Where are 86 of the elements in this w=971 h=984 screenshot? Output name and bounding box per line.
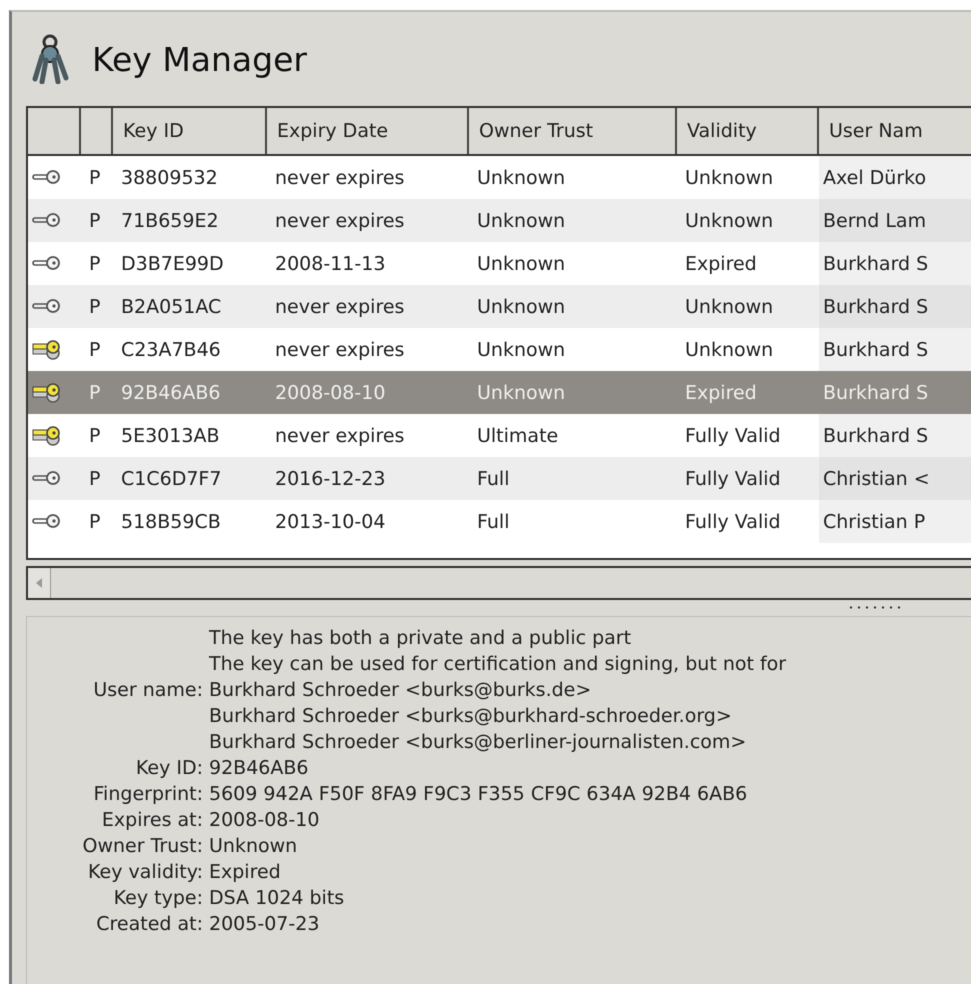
- table-cell: 518B59CB: [121, 510, 221, 532]
- table-row[interactable]: P B2A051AC never expires Unknown Unknown Burkhard S: [28, 285, 971, 328]
- column-header[interactable]: Validity: [677, 108, 819, 154]
- column-header[interactable]: Expiry Date: [267, 108, 469, 154]
- field-label: User name:: [92, 679, 203, 701]
- table-cell: never expires: [275, 296, 404, 318]
- field-label: Expires at:: [100, 809, 203, 831]
- table-cell: 2016-12-23: [275, 468, 386, 490]
- table-cell: Unknown: [685, 338, 774, 360]
- table-cell: Unknown: [477, 210, 566, 232]
- field-value: Expired: [209, 861, 282, 883]
- column-header[interactable]: Key ID: [113, 108, 267, 154]
- field-value: Burkhard Schroeder <burks@berliner-journalisten.com>: [209, 731, 748, 753]
- table-cell: Expired: [685, 252, 757, 274]
- keyring-icon: [30, 34, 70, 84]
- table-cell: Ultimate: [477, 424, 558, 446]
- table-cell: Unknown: [685, 166, 774, 188]
- table-cell: Burkhard S: [823, 382, 928, 404]
- table-cell: 38809532: [121, 166, 218, 188]
- table-cell: Burkhard S: [823, 252, 928, 274]
- table-cell: Unknown: [477, 382, 566, 404]
- table-cell: never expires: [275, 166, 404, 188]
- field-value: 5609 942A F50F 8FA9 F9C3 F355 CF9C 634A 92B4 6AB6: [209, 783, 748, 805]
- table-cell: never expires: [275, 338, 404, 360]
- field-value: Burkhard Schroeder <burks@burkhard-schroeder.org>: [209, 705, 733, 727]
- table-cell: 2008-11-13: [275, 252, 386, 274]
- table-cell: P: [89, 424, 100, 446]
- field-value: The key can be used for certification and signing, but not for: [209, 653, 788, 675]
- field-label: Key type:: [112, 887, 203, 909]
- table-cell: never expires: [275, 424, 404, 446]
- table-cell: Unknown: [477, 166, 566, 188]
- table-cell: Fully Valid: [685, 510, 781, 532]
- field-label: Created at:: [95, 913, 203, 935]
- field-label: Key ID:: [134, 757, 203, 779]
- table-cell: P: [89, 210, 100, 232]
- table-row[interactable]: P C1C6D7F7 2016-12-23 Full Fully Valid Christian <: [28, 457, 971, 500]
- field-value: Burkhard Schroeder <burks@burks.de>: [209, 679, 592, 701]
- field-label: Owner Trust:: [82, 835, 203, 857]
- table-cell: Expired: [685, 382, 757, 404]
- table-cell: C23A7B46: [121, 338, 221, 360]
- field-value: The key has both a private and a public part: [209, 627, 632, 649]
- table-cell: Unknown: [477, 296, 566, 318]
- field-label: Fingerprint:: [92, 783, 203, 805]
- table-cell: Christian <: [823, 468, 930, 490]
- field-value: 2008-08-10: [209, 809, 320, 831]
- left-arrow-icon: [35, 577, 43, 589]
- table-cell: 5E3013AB: [121, 424, 220, 446]
- table-cell: Christian P: [823, 510, 926, 532]
- table-cell: C1C6D7F7: [121, 468, 222, 490]
- table-cell: P: [89, 382, 100, 404]
- table-cell: P: [89, 468, 100, 490]
- table-cell: Fully Valid: [685, 468, 781, 490]
- table-cell: P: [89, 338, 100, 360]
- table-cell: Unknown: [685, 210, 774, 232]
- table-cell: Burkhard S: [823, 338, 928, 360]
- table-cell: 71B659E2: [121, 210, 219, 232]
- table-row[interactable]: P 71B659E2 never expires Unknown Unknown Bernd Lam: [28, 199, 971, 242]
- table-cell: Full: [477, 510, 510, 532]
- table-cell: Axel Dürko: [823, 166, 926, 188]
- table-cell: 2008-08-10: [275, 382, 386, 404]
- table-cell: P: [89, 510, 100, 532]
- field-value: DSA 1024 bits: [209, 887, 346, 909]
- window-title: Key Manager: [92, 40, 307, 78]
- table-cell: Unknown: [477, 338, 566, 360]
- table-cell: 92B46AB6: [121, 382, 221, 404]
- column-header[interactable]: Owner Trust: [469, 108, 677, 154]
- table-cell: D3B7E99D: [121, 252, 224, 274]
- table-cell: never expires: [275, 210, 404, 232]
- table-cell: P: [89, 296, 100, 318]
- field-value: 2005-07-23: [209, 913, 320, 935]
- table-cell: P: [89, 166, 100, 188]
- horizontal-scrollbar[interactable]: [26, 566, 971, 600]
- field-value: Unknown: [209, 835, 298, 857]
- table-cell: B2A051AC: [121, 296, 222, 318]
- column-header[interactable]: User Nam: [819, 108, 971, 154]
- table-cell: Unknown: [477, 252, 566, 274]
- field-label: Key validity:: [87, 861, 203, 883]
- table-cell: 2013-10-04: [275, 510, 386, 532]
- table-cell: Full: [477, 468, 510, 490]
- field-value: 92B46AB6: [209, 757, 310, 779]
- table-cell: P: [89, 252, 100, 274]
- table-cell: Fully Valid: [685, 424, 781, 446]
- table-cell: Burkhard S: [823, 296, 928, 318]
- table-cell: Unknown: [685, 296, 774, 318]
- table-cell: Bernd Lam: [823, 210, 926, 232]
- table-cell: Burkhard S: [823, 424, 928, 446]
